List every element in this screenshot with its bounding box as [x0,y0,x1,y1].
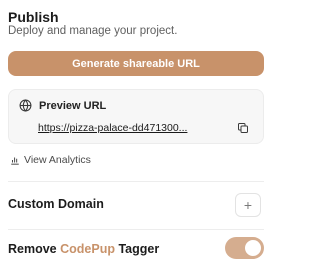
toggle-knob [245,240,261,256]
panel-title: Publish [8,9,59,25]
divider [8,181,264,182]
view-analytics-link[interactable]: View Analytics [10,154,91,166]
preview-url-label: Preview URL [39,100,107,112]
tagger-suffix: Tagger [114,242,160,256]
brand-name: CodePup [60,242,115,256]
remove-tagger-toggle[interactable] [225,237,264,259]
divider [8,229,264,230]
globe-icon [19,99,32,112]
panel-subtitle: Deploy and manage your project. [8,25,178,37]
generate-url-button[interactable]: Generate shareable URL [8,51,264,76]
plus-icon: + [243,197,253,213]
remove-tagger-label: Remove CodePup Tagger [8,242,159,256]
copy-icon[interactable] [237,122,249,134]
bar-chart-icon [11,157,19,165]
generate-url-button-label: Generate shareable URL [72,57,200,70]
preview-url-link[interactable]: https://pizza-palace-dd471300... [38,122,202,134]
preview-url-card: Preview URL https://pizza-palace-dd47130… [8,89,264,144]
tagger-prefix: Remove [8,242,61,256]
view-analytics-label: View Analytics [24,154,91,166]
publish-panel: Publish Deploy and manage your project. … [0,0,272,268]
custom-domain-label: Custom Domain [8,197,104,211]
add-custom-domain-button[interactable]: + [235,193,261,217]
